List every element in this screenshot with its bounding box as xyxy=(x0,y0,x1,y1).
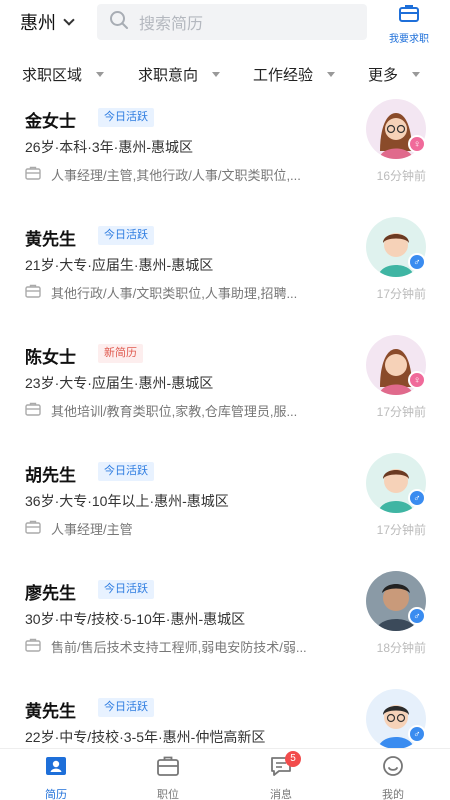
job-intent: 其他培训/教育类职位,家教,仓库管理员,服... xyxy=(25,401,355,420)
status-badge: 今日活跃 xyxy=(98,108,154,127)
resume-icon xyxy=(44,755,68,782)
status-badge: 新简历 xyxy=(98,344,143,363)
status-badge: 今日活跃 xyxy=(98,698,154,717)
status-badge: 今日活跃 xyxy=(98,226,154,245)
filter-label: 求职区域 xyxy=(22,66,83,84)
female-icon: ♀ xyxy=(408,371,426,389)
status-badge: 今日活跃 xyxy=(98,462,154,481)
caret-down-icon xyxy=(212,71,221,77)
nav-label: 简历 xyxy=(45,789,67,800)
candidate-name: 胡先生 xyxy=(25,466,76,485)
candidate-name: 黄先生 xyxy=(25,230,76,249)
active-time: 16分钟前 xyxy=(376,169,426,183)
filter-label: 求职意向 xyxy=(138,66,199,84)
candidate-info: 36岁·大专·10年以上·惠州-惠城区 xyxy=(25,493,229,509)
nav-label: 消息 xyxy=(270,789,292,800)
nav-jobs[interactable]: 职位 xyxy=(138,755,198,800)
city-selector[interactable]: 惠州 xyxy=(20,10,75,34)
city-label: 惠州 xyxy=(20,13,56,33)
candidate-name: 黄先生 xyxy=(25,702,76,721)
nav-label: 职位 xyxy=(157,789,179,800)
caret-down-icon xyxy=(96,71,105,77)
candidate-name: 廖先生 xyxy=(25,584,76,603)
resume-card[interactable]: 金女士 今日活跃 26岁·本科·3年·惠州-惠城区 人事经理/主管,其他行政/人… xyxy=(0,97,450,215)
filter-label: 更多 xyxy=(368,66,399,84)
top-bar: 惠州 搜索简历 我要求职 xyxy=(0,0,450,50)
job-intent: 人事经理/主管 xyxy=(25,519,355,538)
candidate-info: 26岁·本科·3年·惠州-惠城区 xyxy=(25,139,194,155)
filter-more[interactable]: 更多 xyxy=(368,55,421,93)
active-time: 18分钟前 xyxy=(376,641,426,655)
briefcase-icon xyxy=(25,638,41,655)
briefcase-icon xyxy=(25,284,41,301)
job-intent-text: 人事经理/主管,其他行政/人事/文职类职位,... xyxy=(51,168,301,183)
resume-card[interactable]: 黄先生 今日活跃 21岁·大专·应届生·惠州-惠城区 其他行政/人事/文职类职位… xyxy=(0,215,450,333)
male-icon: ♂ xyxy=(408,725,426,743)
active-time: 17分钟前 xyxy=(376,523,426,537)
briefcase-icon xyxy=(25,402,41,419)
resume-card[interactable]: 胡先生 今日活跃 36岁·大专·10年以上·惠州-惠城区 人事经理/主管 17分… xyxy=(0,451,450,569)
filter-label: 工作经验 xyxy=(253,66,314,84)
job-intent-text: 其他培训/教育类职位,家教,仓库管理员,服... xyxy=(51,404,298,419)
profile-icon xyxy=(381,755,405,782)
job-intent: 其他行政/人事/文职类职位,人事助理,招聘... xyxy=(25,283,355,302)
resume-card[interactable]: 廖先生 今日活跃 30岁·中专/技校·5-10年·惠州-惠城区 售前/售后技术支… xyxy=(0,569,450,687)
job-hunt-button[interactable]: 我要求职 xyxy=(380,4,438,45)
candidate-info: 23岁·大专·应届生·惠州-惠城区 xyxy=(25,375,214,391)
chevron-down-icon xyxy=(63,14,75,26)
filter-bar: 求职区域 求职意向 工作经验 更多 xyxy=(0,55,450,93)
unread-badge: 5 xyxy=(285,751,301,767)
briefcase-icon xyxy=(156,755,180,782)
male-icon: ♂ xyxy=(408,489,426,507)
job-intent: 售前/售后技术支持工程师,弱电安防技术/弱... xyxy=(25,637,355,656)
filter-experience[interactable]: 工作经验 xyxy=(253,55,336,93)
resume-list[interactable]: 金女士 今日活跃 26岁·本科·3年·惠州-惠城区 人事经理/主管,其他行政/人… xyxy=(0,95,450,748)
male-icon: ♂ xyxy=(408,607,426,625)
job-hunt-label: 我要求职 xyxy=(389,34,429,45)
search-placeholder: 搜索简历 xyxy=(139,16,204,33)
bottom-nav: 简历 职位 5 消息 我的 xyxy=(0,748,450,800)
candidate-info: 22岁·中专/技校·3-5年·惠州-仲恺高新区 xyxy=(25,729,266,745)
briefcase-icon xyxy=(25,520,41,537)
status-badge: 今日活跃 xyxy=(98,580,154,599)
filter-region[interactable]: 求职区域 xyxy=(22,55,105,93)
nav-resume[interactable]: 简历 xyxy=(26,755,86,800)
active-time: 17分钟前 xyxy=(376,287,426,301)
job-intent-text: 其他行政/人事/文职类职位,人事助理,招聘... xyxy=(51,286,298,301)
caret-down-icon xyxy=(412,71,421,77)
female-icon: ♀ xyxy=(408,135,426,153)
active-time: 17分钟前 xyxy=(376,405,426,419)
nav-label: 我的 xyxy=(382,789,404,800)
candidate-name: 陈女士 xyxy=(25,348,76,367)
job-intent-text: 人事经理/主管 xyxy=(51,522,133,537)
search-icon xyxy=(109,10,129,35)
search-input[interactable]: 搜索简历 xyxy=(97,4,367,40)
job-intent: 人事经理/主管,其他行政/人事/文职类职位,... xyxy=(25,165,355,184)
nav-messages[interactable]: 5 消息 xyxy=(251,751,311,800)
resume-card[interactable]: 黄先生 今日活跃 22岁·中专/技校·3-5年·惠州-仲恺高新区 ♂ xyxy=(0,687,450,748)
briefcase-icon xyxy=(399,4,419,27)
nav-profile[interactable]: 我的 xyxy=(363,755,423,800)
candidate-info: 21岁·大专·应届生·惠州-惠城区 xyxy=(25,257,214,273)
candidate-name: 金女士 xyxy=(25,112,76,131)
male-icon: ♂ xyxy=(408,253,426,271)
filter-intent[interactable]: 求职意向 xyxy=(138,55,221,93)
briefcase-icon xyxy=(25,166,41,183)
caret-down-icon xyxy=(327,71,336,77)
resume-card[interactable]: 陈女士 新简历 23岁·大专·应届生·惠州-惠城区 其他培训/教育类职位,家教,… xyxy=(0,333,450,451)
job-intent-text: 售前/售后技术支持工程师,弱电安防技术/弱... xyxy=(51,640,307,655)
candidate-info: 30岁·中专/技校·5-10年·惠州-惠城区 xyxy=(25,611,246,627)
